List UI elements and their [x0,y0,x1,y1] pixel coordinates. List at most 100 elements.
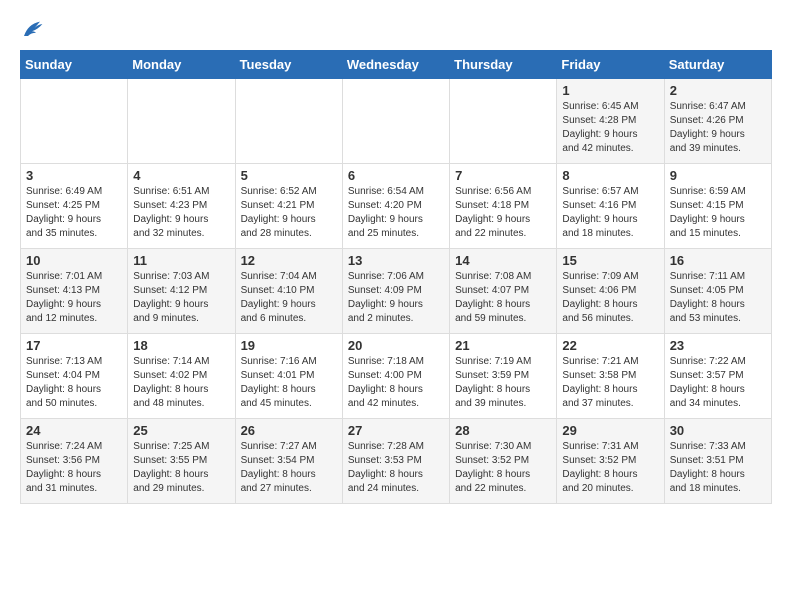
day-info: Sunrise: 6:59 AM Sunset: 4:15 PM Dayligh… [670,185,766,241]
day-info: Sunrise: 7:11 AM Sunset: 4:05 PM Dayligh… [670,270,766,326]
day-number: 30 [670,423,766,438]
day-info: Sunrise: 7:28 AM Sunset: 3:53 PM Dayligh… [348,440,444,496]
calendar-cell: 24 Sunrise: 7:24 AM Sunset: 3:56 PM Dayli… [21,419,128,504]
calendar-cell [342,79,449,164]
day-number: 6 [348,168,444,183]
day-info: Sunrise: 7:27 AM Sunset: 3:54 PM Dayligh… [241,440,337,496]
calendar-cell: 10Sunrise: 7:01 AM Sunset: 4:13 PM Dayli… [21,249,128,334]
day-number: 20 [348,338,444,353]
page-header [20,20,772,40]
calendar-cell: 7 Sunrise: 6:56 AM Sunset: 4:18 PM Daylig… [450,164,557,249]
day-info: Sunrise: 6:51 AM Sunset: 4:23 PM Dayligh… [133,185,229,241]
calendar-cell: 4 Sunrise: 6:51 AM Sunset: 4:23 PM Daylig… [128,164,235,249]
day-info: Sunrise: 7:24 AM Sunset: 3:56 PM Dayligh… [26,440,122,496]
col-header-wednesday: Wednesday [342,51,449,79]
day-info: Sunrise: 6:56 AM Sunset: 4:18 PM Dayligh… [455,185,551,241]
calendar-table: SundayMondayTuesdayWednesdayThursdayFrid… [20,50,772,504]
calendar-cell: 21 Sunrise: 7:19 AM Sunset: 3:59 PM Dayli… [450,334,557,419]
day-number: 23 [670,338,766,353]
calendar-cell: 18 Sunrise: 7:14 AM Sunset: 4:02 PM Dayli… [128,334,235,419]
day-number: 13 [348,253,444,268]
calendar-cell [450,79,557,164]
day-number: 11 [133,253,229,268]
day-info: Sunrise: 7:19 AM Sunset: 3:59 PM Dayligh… [455,355,551,411]
col-header-friday: Friday [557,51,664,79]
calendar-cell: 17 Sunrise: 7:13 AM Sunset: 4:04 PM Dayli… [21,334,128,419]
day-number: 9 [670,168,766,183]
day-info: Sunrise: 6:52 AM Sunset: 4:21 PM Dayligh… [241,185,337,241]
day-number: 1 [562,83,658,98]
calendar-cell: 27 Sunrise: 7:28 AM Sunset: 3:53 PM Dayli… [342,419,449,504]
col-header-tuesday: Tuesday [235,51,342,79]
day-info: Sunrise: 6:54 AM Sunset: 4:20 PM Dayligh… [348,185,444,241]
col-header-sunday: Sunday [21,51,128,79]
calendar-cell: 25 Sunrise: 7:25 AM Sunset: 3:55 PM Dayli… [128,419,235,504]
calendar-cell: 8 Sunrise: 6:57 AM Sunset: 4:16 PM Daylig… [557,164,664,249]
day-info: Sunrise: 7:04 AM Sunset: 4:10 PM Dayligh… [241,270,337,326]
day-info: Sunrise: 7:33 AM Sunset: 3:51 PM Dayligh… [670,440,766,496]
day-number: 22 [562,338,658,353]
col-header-thursday: Thursday [450,51,557,79]
day-number: 21 [455,338,551,353]
calendar-cell: 29 Sunrise: 7:31 AM Sunset: 3:52 PM Dayli… [557,419,664,504]
day-number: 10 [26,253,122,268]
calendar-cell [235,79,342,164]
day-info: Sunrise: 7:31 AM Sunset: 3:52 PM Dayligh… [562,440,658,496]
day-info: Sunrise: 7:14 AM Sunset: 4:02 PM Dayligh… [133,355,229,411]
logo-icon [20,20,44,40]
day-info: Sunrise: 7:21 AM Sunset: 3:58 PM Dayligh… [562,355,658,411]
calendar-cell: 20 Sunrise: 7:18 AM Sunset: 4:00 PM Dayli… [342,334,449,419]
calendar-cell: 19Sunrise: 7:16 AM Sunset: 4:01 PM Dayli… [235,334,342,419]
day-number: 18 [133,338,229,353]
calendar-cell: 2 Sunrise: 6:47 AM Sunset: 4:26 PM Daylig… [664,79,771,164]
day-info: Sunrise: 7:25 AM Sunset: 3:55 PM Dayligh… [133,440,229,496]
day-number: 24 [26,423,122,438]
day-info: Sunrise: 7:30 AM Sunset: 3:52 PM Dayligh… [455,440,551,496]
calendar-cell: 28 Sunrise: 7:30 AM Sunset: 3:52 PM Dayli… [450,419,557,504]
day-number: 25 [133,423,229,438]
calendar-cell [128,79,235,164]
logo [20,20,48,40]
day-info: Sunrise: 7:03 AM Sunset: 4:12 PM Dayligh… [133,270,229,326]
day-info: Sunrise: 7:18 AM Sunset: 4:00 PM Dayligh… [348,355,444,411]
day-info: Sunrise: 7:08 AM Sunset: 4:07 PM Dayligh… [455,270,551,326]
day-number: 3 [26,168,122,183]
calendar-cell: 12 Sunrise: 7:04 AM Sunset: 4:10 PM Dayli… [235,249,342,334]
calendar-cell: 6 Sunrise: 6:54 AM Sunset: 4:20 PM Daylig… [342,164,449,249]
day-info: Sunrise: 6:45 AM Sunset: 4:28 PM Dayligh… [562,100,658,156]
col-header-saturday: Saturday [664,51,771,79]
day-number: 17 [26,338,122,353]
calendar-cell [21,79,128,164]
calendar-cell: 23 Sunrise: 7:22 AM Sunset: 3:57 PM Dayli… [664,334,771,419]
calendar-cell: 9 Sunrise: 6:59 AM Sunset: 4:15 PM Daylig… [664,164,771,249]
calendar-cell: 3 Sunrise: 6:49 AM Sunset: 4:25 PM Daylig… [21,164,128,249]
day-number: 26 [241,423,337,438]
calendar-cell: 22 Sunrise: 7:21 AM Sunset: 3:58 PM Dayli… [557,334,664,419]
calendar-cell: 30 Sunrise: 7:33 AM Sunset: 3:51 PM Dayli… [664,419,771,504]
day-number: 5 [241,168,337,183]
day-info: Sunrise: 7:22 AM Sunset: 3:57 PM Dayligh… [670,355,766,411]
day-number: 14 [455,253,551,268]
day-number: 2 [670,83,766,98]
day-number: 28 [455,423,551,438]
calendar-cell: 26 Sunrise: 7:27 AM Sunset: 3:54 PM Dayli… [235,419,342,504]
day-number: 4 [133,168,229,183]
calendar-cell: 14 Sunrise: 7:08 AM Sunset: 4:07 PM Dayli… [450,249,557,334]
calendar-cell: 11 Sunrise: 7:03 AM Sunset: 4:12 PM Dayli… [128,249,235,334]
day-number: 7 [455,168,551,183]
day-number: 12 [241,253,337,268]
day-info: Sunrise: 7:16 AM Sunset: 4:01 PM Dayligh… [241,355,337,411]
day-info: Sunrise: 6:47 AM Sunset: 4:26 PM Dayligh… [670,100,766,156]
calendar-cell: 15Sunrise: 7:09 AM Sunset: 4:06 PM Dayli… [557,249,664,334]
day-number: 27 [348,423,444,438]
calendar-cell: 5 Sunrise: 6:52 AM Sunset: 4:21 PM Daylig… [235,164,342,249]
calendar-cell: 13Sunrise: 7:06 AM Sunset: 4:09 PM Dayli… [342,249,449,334]
day-number: 29 [562,423,658,438]
day-info: Sunrise: 6:49 AM Sunset: 4:25 PM Dayligh… [26,185,122,241]
day-number: 16 [670,253,766,268]
day-info: Sunrise: 7:13 AM Sunset: 4:04 PM Dayligh… [26,355,122,411]
col-header-monday: Monday [128,51,235,79]
day-info: Sunrise: 6:57 AM Sunset: 4:16 PM Dayligh… [562,185,658,241]
day-number: 8 [562,168,658,183]
calendar-cell: 16 Sunrise: 7:11 AM Sunset: 4:05 PM Dayli… [664,249,771,334]
